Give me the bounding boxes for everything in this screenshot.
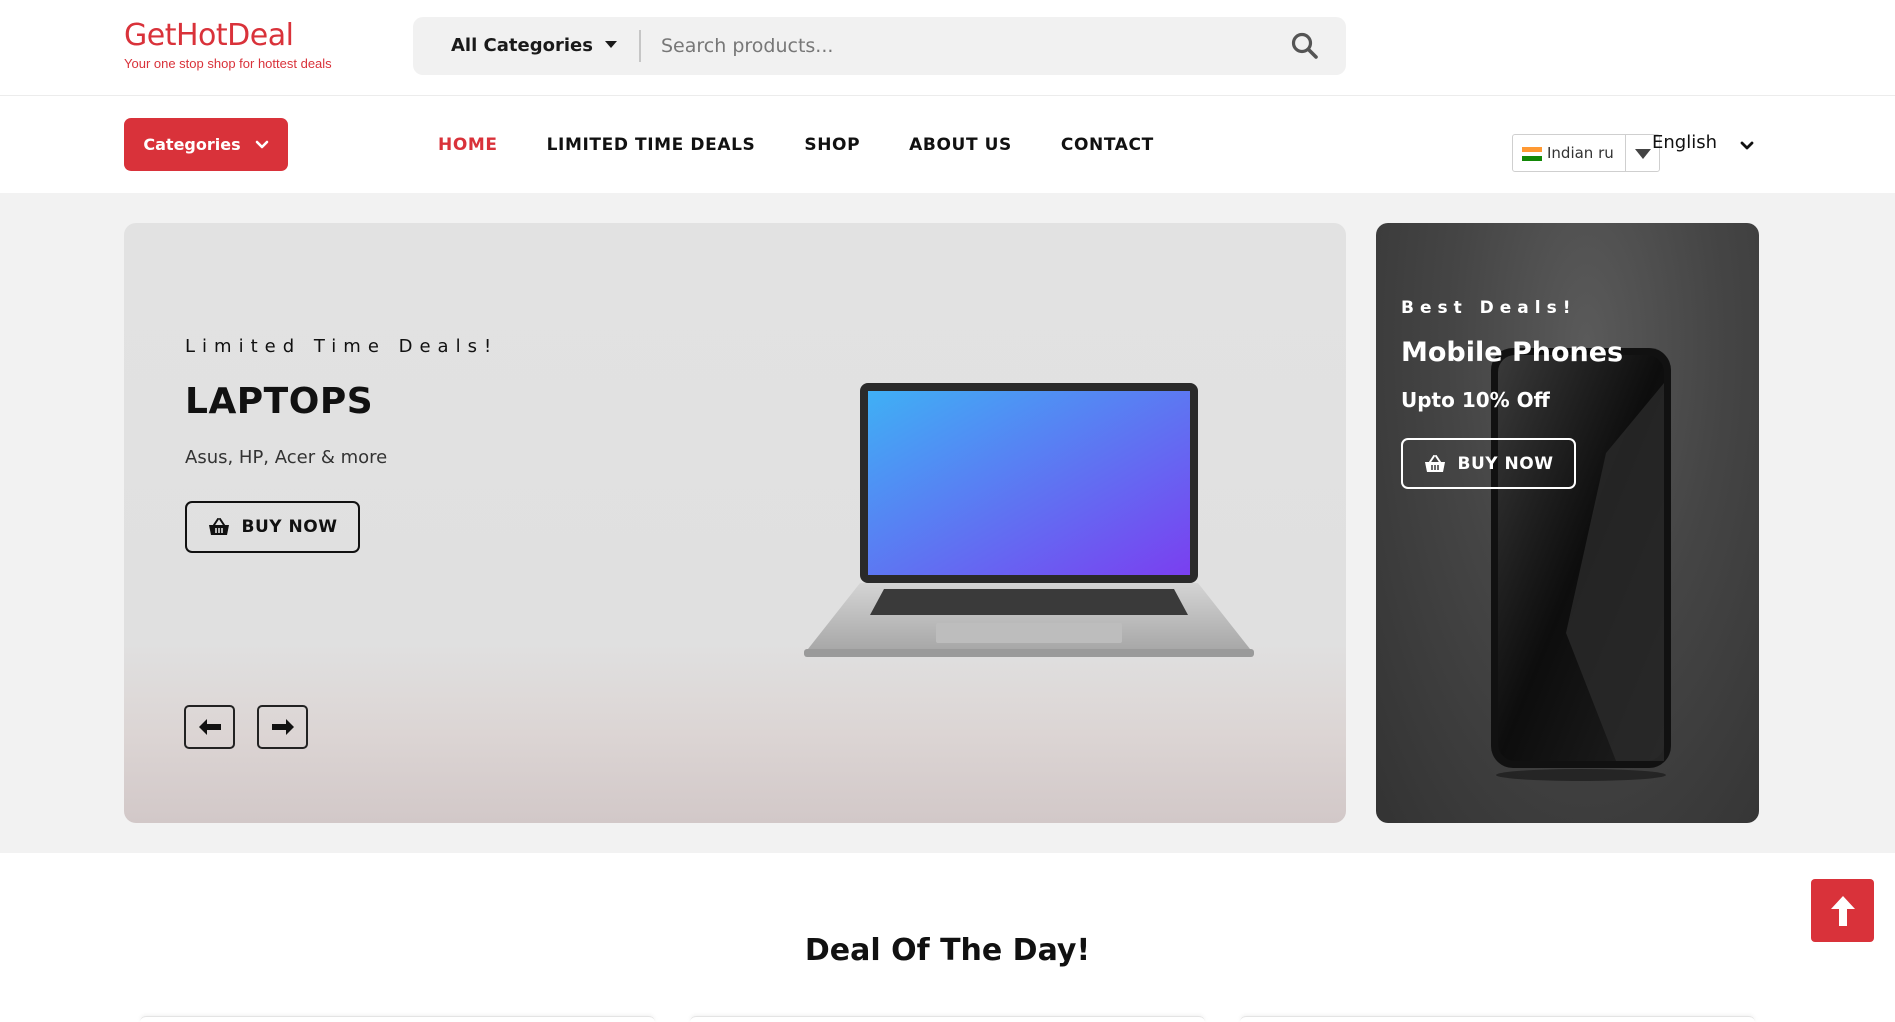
hero-buy-now-label: BUY NOW: [241, 517, 338, 537]
currency-select[interactable]: Indian ru: [1512, 134, 1660, 172]
search-bar: All Categories: [413, 17, 1346, 75]
nav-home[interactable]: HOME: [438, 135, 498, 155]
categories-button[interactable]: Categories: [124, 118, 288, 171]
search-category-label: All Categories: [451, 35, 593, 56]
side-kicker: Best Deals!: [1401, 298, 1577, 318]
hero-section: Limited Time Deals! LAPTOPS Asus, HP, Ac…: [0, 193, 1895, 853]
deal-of-the-day-heading: Deal Of The Day!: [804, 933, 1091, 968]
side-title: Mobile Phones: [1401, 337, 1624, 368]
side-buy-now-label: BUY NOW: [1457, 453, 1554, 474]
arrow-left-icon: [198, 719, 221, 735]
nav-limited-time-deals[interactable]: LIMITED TIME DEALS: [547, 135, 756, 155]
nav-shop[interactable]: SHOP: [804, 135, 860, 155]
arrow-up-icon: [1830, 895, 1855, 926]
chevron-down-icon: [255, 140, 268, 148]
laptop-image: [804, 383, 1254, 657]
site-logo[interactable]: GetHotDeal Your one stop shop for hottes…: [124, 18, 332, 71]
search-button[interactable]: [1290, 31, 1320, 61]
hero-slider: Limited Time Deals! LAPTOPS Asus, HP, Ac…: [124, 223, 1346, 823]
side-subtitle: Upto 10% Off: [1401, 388, 1550, 412]
deal-card[interactable]: [140, 1016, 655, 1022]
chevron-down-icon[interactable]: [1740, 139, 1754, 153]
logo-name[interactable]: GetHotDeal: [124, 18, 332, 54]
nav-links: HOME LIMITED TIME DEALS SHOP ABOUT US CO…: [438, 96, 1203, 193]
hero-title: LAPTOPS: [185, 381, 374, 422]
nav-about-us[interactable]: ABOUT US: [909, 135, 1012, 155]
scroll-to-top-button[interactable]: [1811, 879, 1874, 942]
deal-card[interactable]: [1240, 1016, 1755, 1022]
categories-label: Categories: [143, 135, 241, 154]
currency-label: Indian ru: [1547, 144, 1614, 162]
hero-kicker: Limited Time Deals!: [185, 336, 499, 357]
search-icon: [1291, 32, 1318, 59]
main-nav: Categories HOME LIMITED TIME DEALS SHOP …: [0, 96, 1895, 193]
search-input[interactable]: [661, 25, 1261, 67]
deal-card[interactable]: [690, 1016, 1205, 1022]
india-flag-icon: [1522, 147, 1542, 161]
hero-buy-now-button[interactable]: BUY NOW: [185, 501, 360, 553]
caret-down-icon: [604, 40, 617, 48]
slider-prev-button[interactable]: [184, 705, 235, 749]
slider-next-button[interactable]: [257, 705, 308, 749]
currency-divider: [1625, 135, 1626, 171]
search-category-select[interactable]: All Categories: [451, 17, 617, 75]
search-divider: [639, 30, 641, 62]
basket-icon: [1424, 454, 1445, 472]
arrow-right-icon: [271, 719, 294, 735]
nav-contact[interactable]: CONTACT: [1061, 135, 1154, 155]
side-promo-banner[interactable]: Best Deals! Mobile Phones Upto 10% Off B…: [1376, 223, 1759, 823]
top-header: GetHotDeal Your one stop shop for hottes…: [0, 0, 1895, 96]
language-select[interactable]: English: [1652, 132, 1717, 153]
side-buy-now-button[interactable]: BUY NOW: [1401, 438, 1576, 489]
hero-subtitle: Asus, HP, Acer & more: [185, 447, 388, 468]
logo-tagline: Your one stop shop for hottest deals: [124, 56, 332, 71]
caret-down-icon: [1635, 149, 1651, 159]
basket-icon: [208, 518, 229, 535]
